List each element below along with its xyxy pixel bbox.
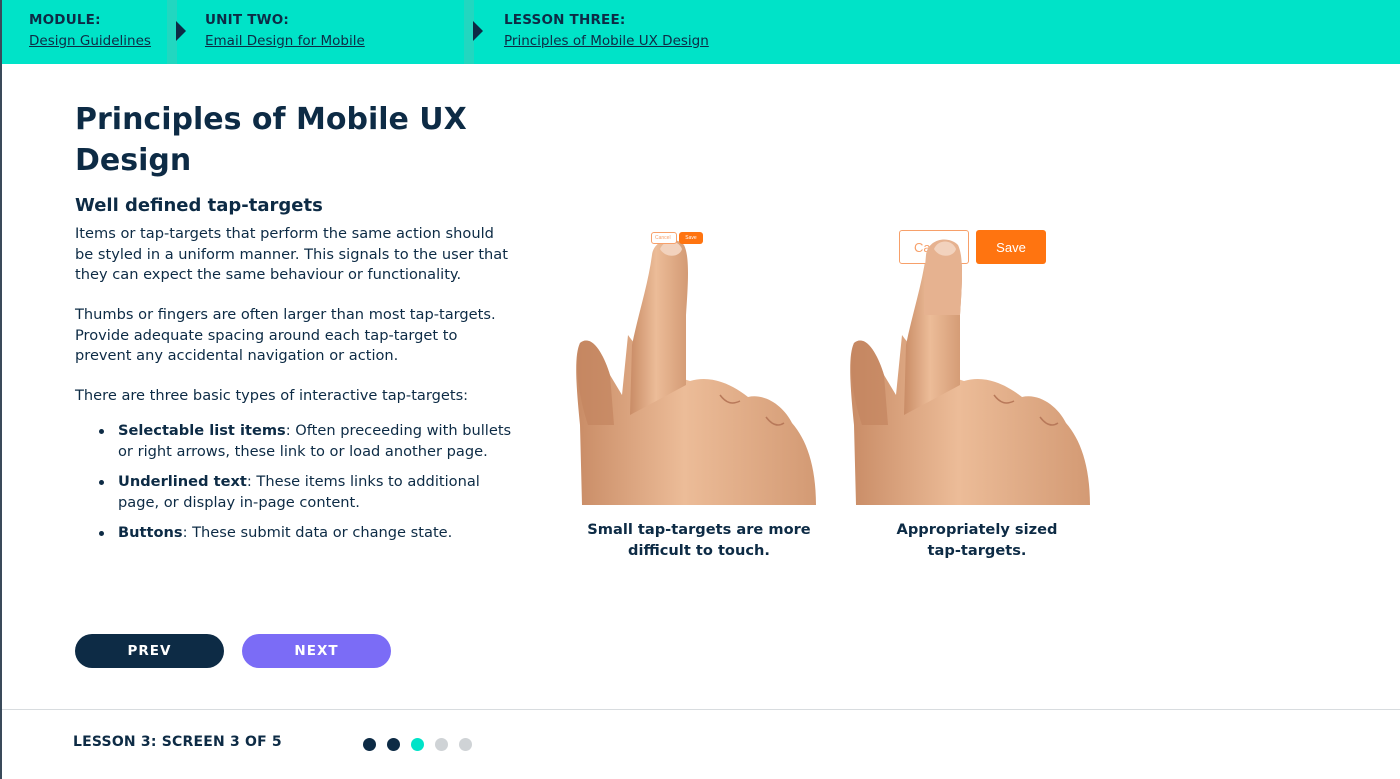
small-tap-targets-caption: Small tap-targets are more difficult to … (574, 520, 824, 561)
breadcrumb-lesson: LESSON THREE: Principles of Mobile UX De… (504, 0, 709, 64)
list-item-term: Buttons (118, 524, 183, 541)
footer-divider (2, 709, 1400, 710)
breadcrumb-unit-link[interactable]: Email Design for Mobile (205, 33, 365, 49)
mini-cancel-button: Cancel (651, 232, 677, 244)
breadcrumb-unit: UNIT TWO: Email Design for Mobile (205, 0, 365, 64)
breadcrumb-module: MODULE: Design Guidelines (29, 0, 151, 64)
caption-line: tap-targets. (927, 541, 1027, 559)
progress-dot[interactable] (459, 738, 472, 751)
paragraph-uniform-styling: Items or tap-targets that perform the sa… (75, 225, 508, 283)
sized-tap-targets-caption: Appropriately sized tap-targets. (852, 520, 1102, 561)
list-item-term: Selectable list items (118, 422, 286, 439)
breadcrumb: MODULE: Design Guidelines UNIT TWO: Emai… (2, 0, 1400, 64)
breadcrumb-module-label: MODULE: (29, 12, 101, 28)
progress-label: LESSON 3: SCREEN 3 OF 5 (73, 734, 282, 750)
section-subtitle: Well defined tap-targets (75, 195, 323, 216)
mini-save-button: Save (679, 232, 703, 244)
sized-tap-targets-illustration: Cancel Save (844, 225, 1094, 507)
progress-dot[interactable] (387, 738, 400, 751)
caption-line: difficult to touch. (628, 541, 770, 559)
small-tap-targets-illustration: Cancel Save (570, 225, 820, 507)
breadcrumb-lesson-label: LESSON THREE: (504, 12, 626, 28)
progress-dot[interactable] (411, 738, 424, 751)
chevron-right-icon (176, 21, 186, 41)
list-item-term: Underlined text (118, 473, 247, 490)
chevron-right-icon (473, 21, 483, 41)
tap-target-types-list: Selectable list items: Often preceeding … (98, 421, 518, 554)
caption-line: Small tap-targets are more (587, 521, 811, 538)
list-item: Selectable list items: Often preceeding … (98, 421, 518, 462)
paragraph-types-intro: There are three basic types of interacti… (75, 387, 469, 404)
list-item: Buttons: These submit data or change sta… (98, 523, 518, 544)
list-item: Underlined text: These items links to ad… (98, 472, 518, 513)
prev-button[interactable]: PREV (75, 634, 224, 668)
fingertip-overlay (924, 239, 962, 315)
pointing-hand-icon (576, 239, 816, 505)
progress-dots (363, 738, 472, 751)
breadcrumb-module-link[interactable]: Design Guidelines (29, 33, 151, 49)
breadcrumb-unit-label: UNIT TWO: (205, 12, 289, 28)
next-button[interactable]: NEXT (242, 634, 391, 668)
breadcrumb-lesson-link[interactable]: Principles of Mobile UX Design (504, 33, 709, 49)
progress-dot[interactable] (435, 738, 448, 751)
caption-line: Appropriately sized (896, 521, 1058, 538)
progress-dot[interactable] (363, 738, 376, 751)
paragraph-spacing: Thumbs or fingers are often larger than … (75, 306, 496, 364)
list-item-text: : These submit data or change state. (182, 524, 453, 541)
page-title: Principles of Mobile UX Design (75, 102, 467, 178)
